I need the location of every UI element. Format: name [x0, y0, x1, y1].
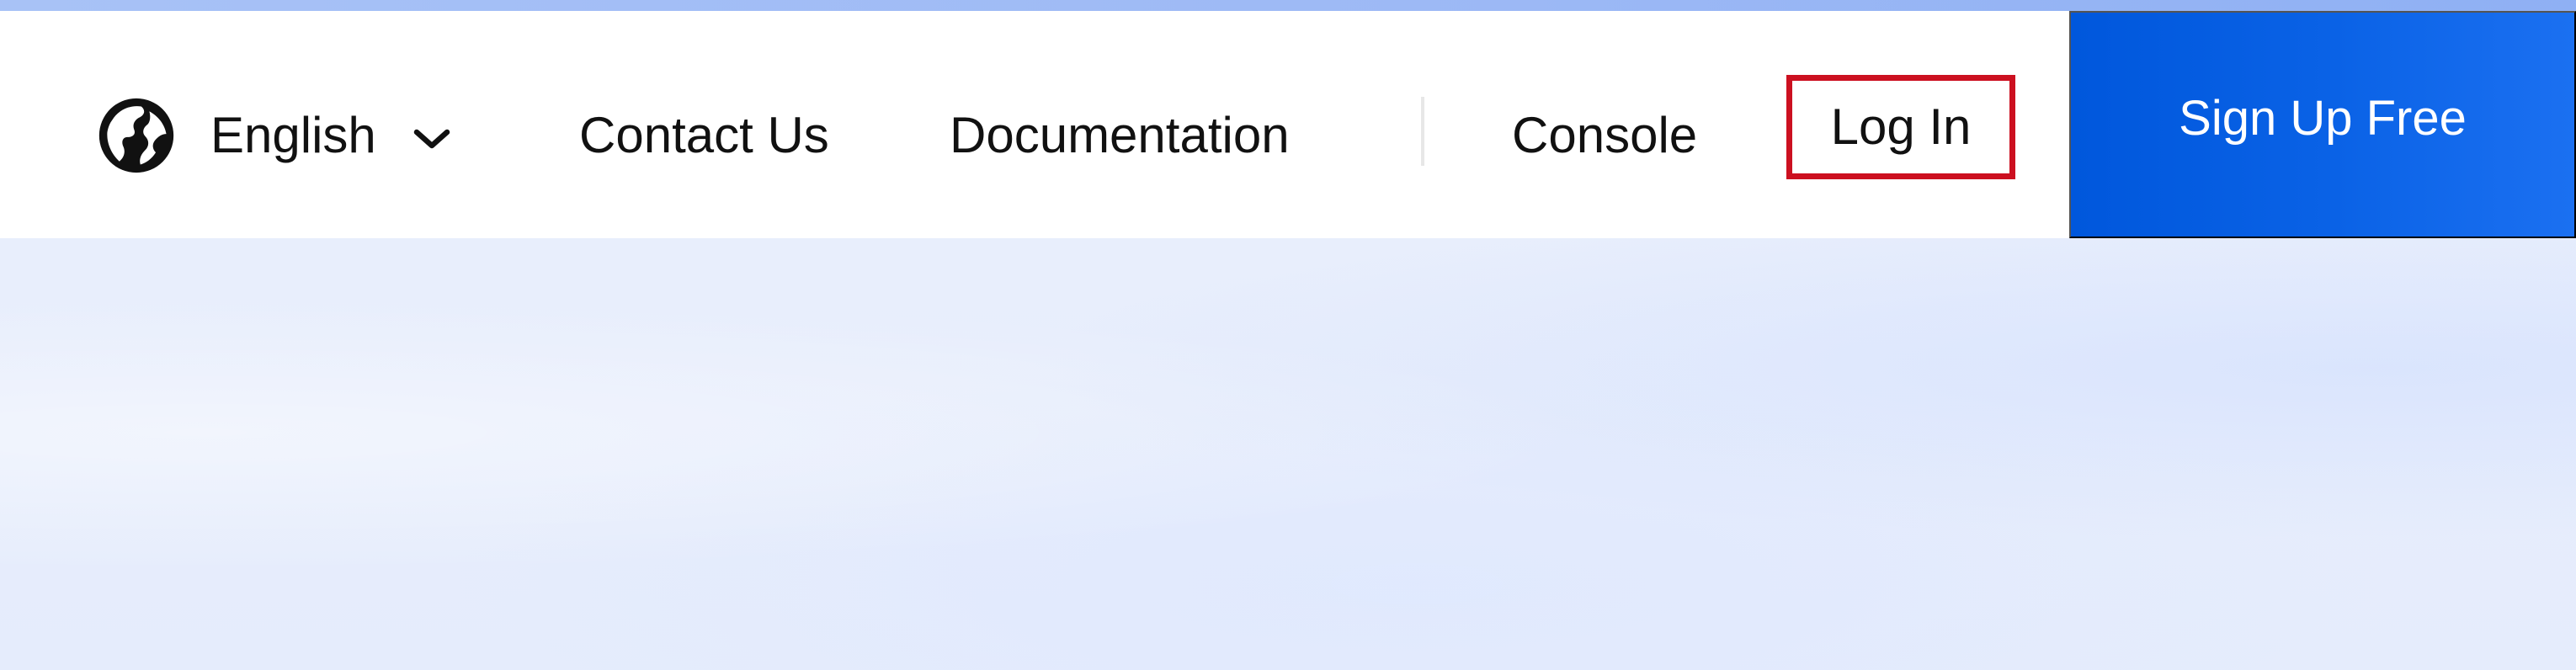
login-link[interactable]: Log In: [1786, 75, 2015, 179]
console-link[interactable]: Console: [1512, 87, 1697, 184]
language-selector[interactable]: English: [96, 87, 452, 184]
hero-background: [0, 238, 2576, 670]
language-label: English: [210, 107, 376, 163]
chevron-down-icon: [413, 129, 450, 149]
nav-divider: [1421, 97, 1424, 166]
sign-up-free-button[interactable]: Sign Up Free: [2069, 11, 2576, 238]
page: English Contact Us Documentation Console…: [0, 0, 2576, 670]
globe-icon: [98, 98, 174, 173]
top-accent-strip: [0, 0, 2576, 11]
contact-us-link[interactable]: Contact Us: [579, 87, 829, 184]
documentation-link[interactable]: Documentation: [950, 87, 1290, 184]
